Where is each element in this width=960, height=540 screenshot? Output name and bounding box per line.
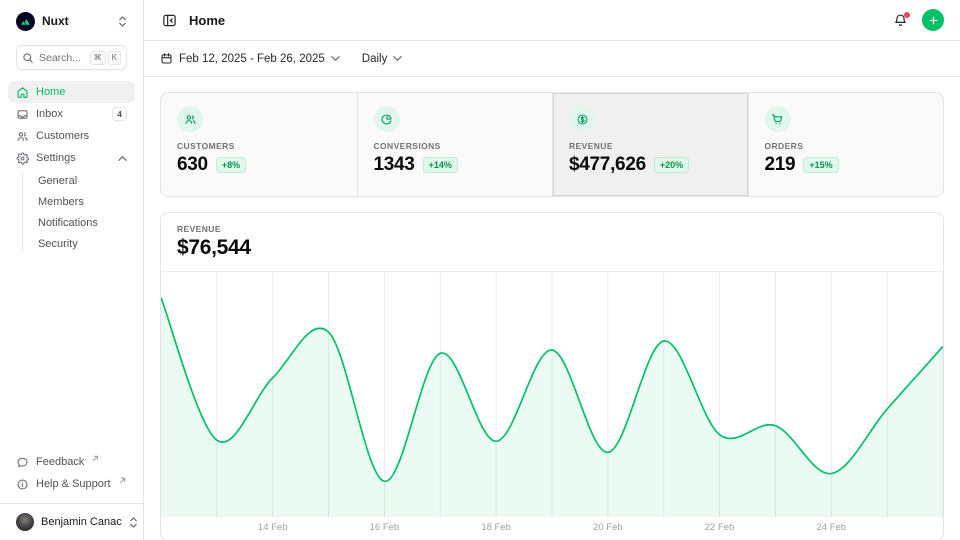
search-input[interactable]: Search... ⌘ K [16,45,127,70]
sidebar-item-home[interactable]: Home [8,81,135,103]
sidebar-item-help-support[interactable]: Help & Support [8,473,135,495]
kbd-k: K [108,51,121,65]
area-chart [161,272,943,517]
kbd-cmd: ⌘ [90,51,106,65]
nuxt-logo [16,12,35,31]
stat-label: REVENUE [569,141,732,151]
date-range-value: Feb 12, 2025 - Feb 26, 2025 [179,53,325,65]
chart-title: REVENUE [177,224,927,234]
info-circle-icon [16,478,29,491]
sidebar-item-notifications[interactable]: Notifications [30,212,135,233]
sub-item-label: Notifications [38,217,98,229]
sidebar-item-general[interactable]: General [30,170,135,191]
dashboard-content: CUSTOMERS 630 +8% CONVERSIONS 1343 +14% [144,77,960,540]
page-title: Home [189,13,225,28]
delta-badge: +8% [216,157,246,173]
chevron-down-icon [393,54,402,63]
notification-dot [904,12,910,18]
sidebar-item-label: Home [36,86,65,98]
sub-item-label: Security [38,238,78,250]
x-tick-label: 18 Feb [481,522,511,533]
stat-card-conversions[interactable]: CONVERSIONS 1343 +14% [357,93,553,196]
sidebar-item-customers[interactable]: Customers [8,125,135,147]
dollar-circle-icon [569,106,595,132]
app-window: Nuxt Search... ⌘ K Home [0,0,960,540]
sidebar-item-settings[interactable]: Settings [8,147,135,169]
pie-chart-icon [374,106,400,132]
inbox-icon [16,108,29,121]
workspace-name: Nuxt [42,14,69,28]
x-tick-label: 24 Feb [816,522,846,533]
stat-value: 630 [177,154,208,176]
gear-icon [16,152,29,165]
users-icon [177,106,203,132]
external-link-icon [92,455,99,462]
x-tick-label: 16 Feb [370,522,400,533]
chevron-down-icon [331,54,340,63]
stat-value: 219 [765,154,796,176]
granularity-select[interactable]: Daily [362,53,403,65]
stat-label: CONVERSIONS [374,141,537,151]
external-link-icon [119,477,126,484]
stat-card-customers[interactable]: CUSTOMERS 630 +8% [161,93,357,196]
sidebar: Nuxt Search... ⌘ K Home [0,0,144,540]
users-icon [16,130,29,143]
stat-label: CUSTOMERS [177,141,341,151]
main-panel: Home Feb 12, 2025 - Feb 26, 2025 [144,0,960,540]
sub-item-label: Members [38,196,84,208]
inbox-count-badge: 4 [112,107,127,121]
home-icon [16,86,29,99]
delta-badge: +14% [423,157,458,173]
page-header: Home [144,0,960,41]
sidebar-item-label: Help & Support [36,478,111,490]
notifications-button[interactable] [891,11,910,30]
stat-value: $477,626 [569,154,646,176]
cart-icon [765,106,791,132]
sidebar-item-label: Feedback [36,456,84,468]
workspace-switcher[interactable]: Nuxt [8,10,135,32]
delta-badge: +15% [803,157,838,173]
user-menu[interactable]: Benjamin Canac [0,503,143,540]
sidebar-nav: Home Inbox 4 Customers Settings [8,81,135,254]
stats-row: CUSTOMERS 630 +8% CONVERSIONS 1343 +14% [160,92,944,197]
sidebar-item-label: Inbox [36,108,63,120]
x-tick-label: 22 Feb [705,522,735,533]
stat-card-orders[interactable]: ORDERS 219 +15% [748,93,944,196]
add-button[interactable] [922,9,944,31]
stat-value: 1343 [374,154,415,176]
calendar-icon [160,52,173,65]
chart-header: REVENUE $76,544 [161,213,943,272]
sidebar-item-security[interactable]: Security [30,233,135,254]
x-tick-label: 14 Feb [258,522,288,533]
sidebar-item-label: Settings [36,152,76,164]
sidebar-item-inbox[interactable]: Inbox 4 [8,103,135,125]
search-icon [22,52,34,64]
revenue-chart-card: REVENUE $76,544 14 Feb 16 Feb 18 Feb 20 Feb… [160,212,944,540]
x-axis-labels: 14 Feb 16 Feb 18 Feb 20 Feb 22 Feb 24 Feb [161,517,943,540]
settings-subnav: General Members Notifications Security [8,170,135,254]
sidebar-item-label: Customers [36,130,89,142]
user-name: Benjamin Canac [41,516,122,528]
sidebar-collapse-button[interactable] [160,11,179,30]
granularity-value: Daily [362,53,388,65]
stat-card-revenue[interactable]: REVENUE $477,626 +20% [552,93,748,196]
x-tick-label: 20 Feb [593,522,623,533]
sub-item-label: General [38,175,77,187]
chevron-up-icon [118,154,127,163]
chevron-up-down-icon [118,15,127,28]
chat-bubble-icon [16,456,29,469]
chart-big-value: $76,544 [177,236,927,260]
sidebar-item-feedback[interactable]: Feedback [8,451,135,473]
date-range-picker[interactable]: Feb 12, 2025 - Feb 26, 2025 [160,52,340,65]
avatar [16,513,34,531]
sidebar-item-members[interactable]: Members [30,191,135,212]
chevron-up-down-icon [129,516,138,529]
filters-toolbar: Feb 12, 2025 - Feb 26, 2025 Daily [144,41,960,77]
search-shortcut: ⌘ K [90,51,121,65]
revenue-plot[interactable] [161,272,943,517]
delta-badge: +20% [654,157,689,173]
search-placeholder: Search... [39,52,81,64]
sidebar-footer-nav: Feedback Help & Support [8,451,135,495]
stat-label: ORDERS [765,141,928,151]
